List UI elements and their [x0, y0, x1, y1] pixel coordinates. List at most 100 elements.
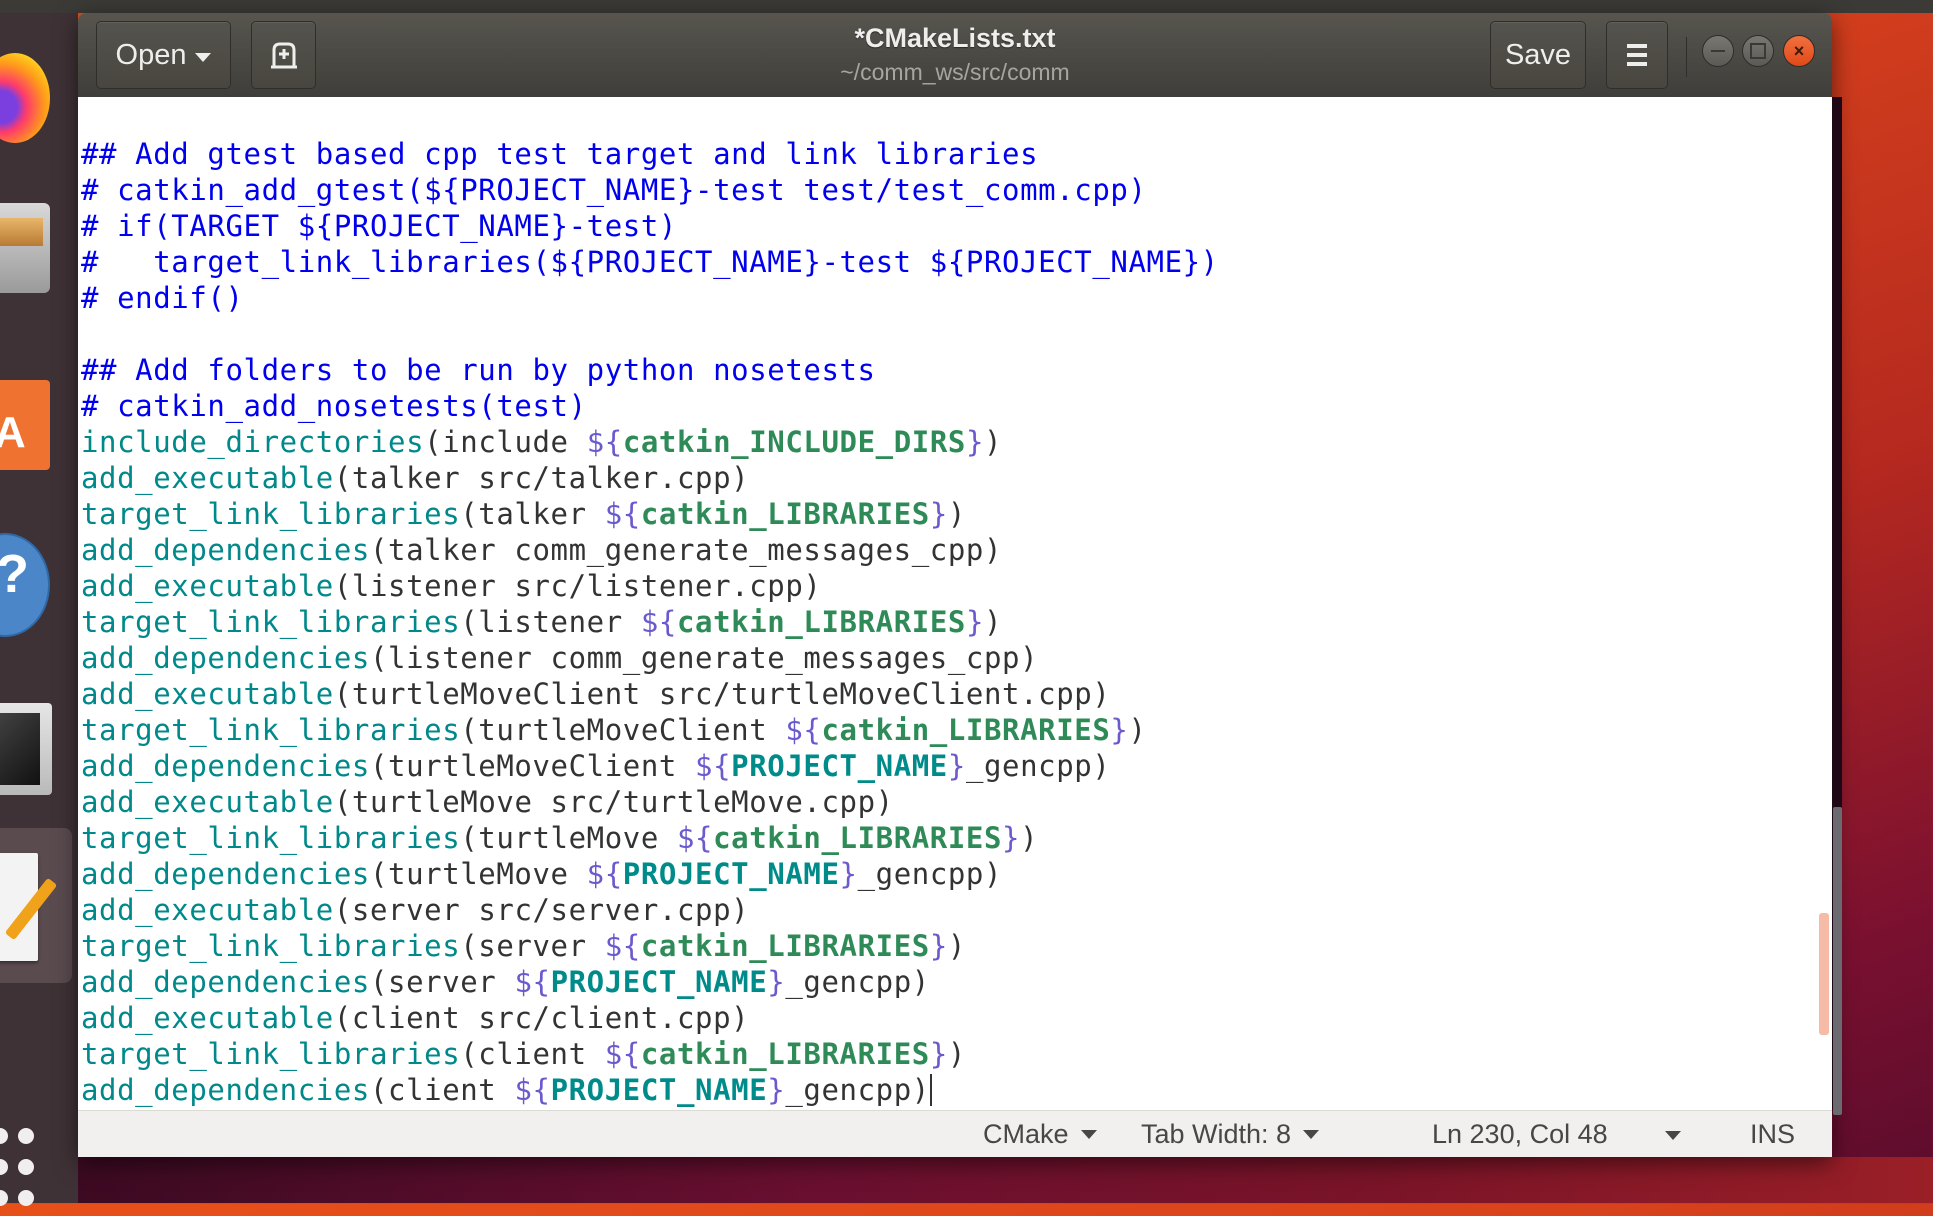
- code-line[interactable]: add_dependencies(listener comm_generate_…: [81, 640, 1219, 676]
- text-token: (client: [370, 1073, 514, 1107]
- text-token: (listener src/listener.cpp): [334, 569, 822, 603]
- menu-button[interactable]: [1606, 21, 1668, 89]
- command-token: target_link_libraries: [81, 497, 460, 531]
- text-editor-area[interactable]: ## Add gtest based cpp test target and l…: [78, 97, 1832, 1110]
- variable-token: PROJECT_NAME: [551, 1073, 768, 1107]
- brace-token: }: [966, 425, 984, 459]
- code-line[interactable]: # target_link_libraries(${PROJECT_NAME}-…: [81, 244, 1219, 280]
- dock-item-firefox[interactable]: [0, 53, 62, 133]
- text-token: (server: [460, 929, 604, 963]
- command-token: add_dependencies: [81, 533, 370, 567]
- code-line[interactable]: # catkin_add_nosetests(test): [81, 388, 1219, 424]
- cursor-position[interactable]: Ln 230, Col 48: [1432, 1119, 1608, 1150]
- code-content[interactable]: ## Add gtest based cpp test target and l…: [81, 136, 1219, 1108]
- firefox-icon: [0, 53, 50, 143]
- code-line[interactable]: target_link_libraries(server ${catkin_LI…: [81, 928, 1219, 964]
- code-line[interactable]: add_executable(server src/server.cpp): [81, 892, 1219, 928]
- desktop-wallpaper: [78, 1157, 1933, 1203]
- code-line[interactable]: add_dependencies(turtleMove ${PROJECT_NA…: [81, 856, 1219, 892]
- code-line[interactable]: add_dependencies(client ${PROJECT_NAME}_…: [81, 1072, 1219, 1108]
- tab-width-selector[interactable]: Tab Width: 8: [1141, 1119, 1319, 1150]
- scrollbar-thumb[interactable]: [1833, 807, 1842, 1115]
- variable-token: catkin_LIBRARIES: [713, 821, 1002, 855]
- save-button[interactable]: Save: [1490, 21, 1586, 89]
- text-token: (server: [370, 965, 514, 999]
- brace-token: ${: [605, 929, 641, 963]
- command-token: include_directories: [81, 425, 424, 459]
- code-line[interactable]: add_executable(client src/client.cpp): [81, 1000, 1219, 1036]
- comment-token: # catkin_add_gtest(${PROJECT_NAME}-test …: [81, 173, 1147, 207]
- text-token: ): [984, 425, 1002, 459]
- code-line[interactable]: # if(TARGET ${PROJECT_NAME}-test): [81, 208, 1219, 244]
- brace-token: ${: [587, 425, 623, 459]
- command-token: target_link_libraries: [81, 605, 460, 639]
- code-line[interactable]: # endif(): [81, 280, 1219, 316]
- text-token: ): [1128, 713, 1146, 747]
- text-token: (turtleMoveClient src/turtleMoveClient.c…: [334, 677, 1111, 711]
- brace-token: }: [930, 929, 948, 963]
- variable-token: catkin_LIBRARIES: [641, 929, 930, 963]
- code-line[interactable]: add_dependencies(turtleMoveClient ${PROJ…: [81, 748, 1219, 784]
- command-token: add_executable: [81, 893, 334, 927]
- code-line[interactable]: add_executable(listener src/listener.cpp…: [81, 568, 1219, 604]
- close-button[interactable]: ×: [1783, 35, 1815, 67]
- language-selector[interactable]: CMake: [983, 1119, 1097, 1150]
- text-token: ): [948, 929, 966, 963]
- command-token: add_executable: [81, 1001, 334, 1035]
- text-token: (turtleMove: [370, 857, 587, 891]
- command-token: target_link_libraries: [81, 713, 460, 747]
- text-token: (client src/client.cpp): [334, 1001, 749, 1035]
- text-token: ): [948, 1037, 966, 1071]
- text-token: (listener comm_generate_messages_cpp): [370, 641, 1038, 675]
- dock-item-ubuntu-software[interactable]: A: [0, 368, 62, 448]
- code-line[interactable]: ## Add gtest based cpp test target and l…: [81, 136, 1219, 172]
- minimize-button[interactable]: [1702, 35, 1734, 67]
- text-token: _gencpp): [785, 1073, 929, 1107]
- code-line[interactable]: target_link_libraries(client ${catkin_LI…: [81, 1036, 1219, 1072]
- code-line[interactable]: include_directories(include ${catkin_INC…: [81, 424, 1219, 460]
- text-token: (server src/server.cpp): [334, 893, 749, 927]
- code-line[interactable]: target_link_libraries(turtleMoveClient $…: [81, 712, 1219, 748]
- brace-token: }: [767, 1073, 785, 1107]
- code-line[interactable]: add_dependencies(server ${PROJECT_NAME}_…: [81, 964, 1219, 1000]
- brace-token: }: [767, 965, 785, 999]
- save-button-label: Save: [1505, 39, 1571, 72]
- code-line[interactable]: target_link_libraries(talker ${catkin_LI…: [81, 496, 1219, 532]
- code-line[interactable]: add_dependencies(talker comm_generate_me…: [81, 532, 1219, 568]
- text-token: (talker src/talker.cpp): [334, 461, 749, 495]
- code-line[interactable]: target_link_libraries(turtleMove ${catki…: [81, 820, 1219, 856]
- scrollbar[interactable]: [1832, 97, 1842, 1110]
- code-line[interactable]: ## Add folders to be run by python noset…: [81, 352, 1219, 388]
- code-line[interactable]: add_executable(turtleMoveClient src/turt…: [81, 676, 1219, 712]
- text-token: _gencpp): [966, 749, 1110, 783]
- command-token: add_executable: [81, 785, 334, 819]
- insert-mode-label: INS: [1750, 1119, 1795, 1150]
- code-line[interactable]: # catkin_add_gtest(${PROJECT_NAME}-test …: [81, 172, 1219, 208]
- dock-item-terminal[interactable]: [0, 703, 62, 783]
- maximize-button[interactable]: [1742, 35, 1774, 67]
- variable-token: catkin_LIBRARIES: [821, 713, 1110, 747]
- dock-item-text-editor[interactable]: [0, 853, 62, 933]
- language-label: CMake: [983, 1119, 1069, 1150]
- comment-token: # catkin_add_nosetests(test): [81, 389, 587, 423]
- encoding-selector[interactable]: [1665, 1131, 1681, 1140]
- dock-item-help[interactable]: ?: [0, 533, 62, 613]
- chevron-down-icon: [1665, 1131, 1681, 1140]
- variable-token: PROJECT_NAME: [623, 857, 840, 891]
- comment-token: # if(TARGET ${PROJECT_NAME}-test): [81, 209, 677, 243]
- maximize-icon: [1750, 43, 1766, 59]
- text-token: (turtleMoveClient: [460, 713, 785, 747]
- code-line[interactable]: add_executable(talker src/talker.cpp): [81, 460, 1219, 496]
- scroll-overview-marker[interactable]: [1819, 913, 1829, 1035]
- code-line[interactable]: [81, 316, 1219, 352]
- dock-item-files[interactable]: [0, 203, 62, 283]
- command-token: add_dependencies: [81, 857, 370, 891]
- dock: A ?: [0, 13, 78, 1203]
- chevron-down-icon: [1303, 1130, 1319, 1139]
- code-line[interactable]: target_link_libraries(listener ${catkin_…: [81, 604, 1219, 640]
- brace-token: ${: [785, 713, 821, 747]
- command-token: add_dependencies: [81, 641, 370, 675]
- code-line[interactable]: add_executable(turtleMove src/turtleMove…: [81, 784, 1219, 820]
- brace-token: }: [966, 605, 984, 639]
- variable-token: PROJECT_NAME: [551, 965, 768, 999]
